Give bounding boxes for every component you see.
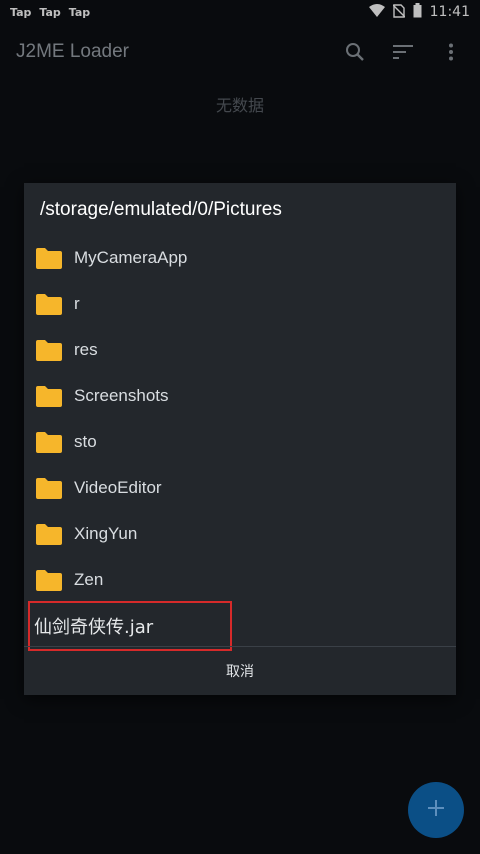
folder-item[interactable]: VideoEditor bbox=[24, 465, 456, 511]
folder-icon bbox=[36, 523, 62, 545]
folder-name: MyCameraApp bbox=[74, 248, 188, 267]
folder-icon bbox=[36, 385, 62, 407]
folder-icon bbox=[36, 477, 62, 499]
folder-item[interactable]: Screenshots bbox=[24, 373, 456, 419]
folder-name: r bbox=[74, 294, 80, 313]
folder-item[interactable]: r bbox=[24, 281, 456, 327]
folder-name: Zen bbox=[74, 570, 104, 589]
folder-item[interactable]: sto bbox=[24, 419, 456, 465]
jar-file-item[interactable]: 仙剑奇侠传.jar bbox=[28, 601, 232, 651]
folder-item[interactable]: MyCameraApp bbox=[24, 235, 456, 281]
folder-name: XingYun bbox=[74, 524, 138, 543]
add-fab-button[interactable] bbox=[408, 782, 464, 838]
folder-icon bbox=[36, 247, 62, 269]
plus-icon bbox=[427, 799, 445, 821]
cancel-button[interactable]: 取消 bbox=[24, 647, 456, 695]
file-list: MyCameraApp r res Screenshots sto VideoE… bbox=[24, 235, 456, 603]
folder-icon bbox=[36, 431, 62, 453]
folder-name: sto bbox=[74, 432, 97, 451]
folder-name: Screenshots bbox=[74, 386, 169, 405]
folder-item[interactable]: XingYun bbox=[24, 511, 456, 557]
file-name: 仙剑奇侠传.jar bbox=[34, 617, 154, 638]
folder-item[interactable]: res bbox=[24, 327, 456, 373]
folder-icon bbox=[36, 293, 62, 315]
folder-icon bbox=[36, 339, 62, 361]
file-picker-dialog: /storage/emulated/0/Pictures MyCameraApp… bbox=[24, 183, 456, 695]
dialog-path-title: /storage/emulated/0/Pictures bbox=[40, 199, 282, 220]
folder-icon bbox=[36, 569, 62, 591]
folder-name: res bbox=[74, 340, 98, 359]
folder-name: VideoEditor bbox=[74, 478, 162, 497]
folder-item[interactable]: Zen bbox=[24, 557, 456, 603]
